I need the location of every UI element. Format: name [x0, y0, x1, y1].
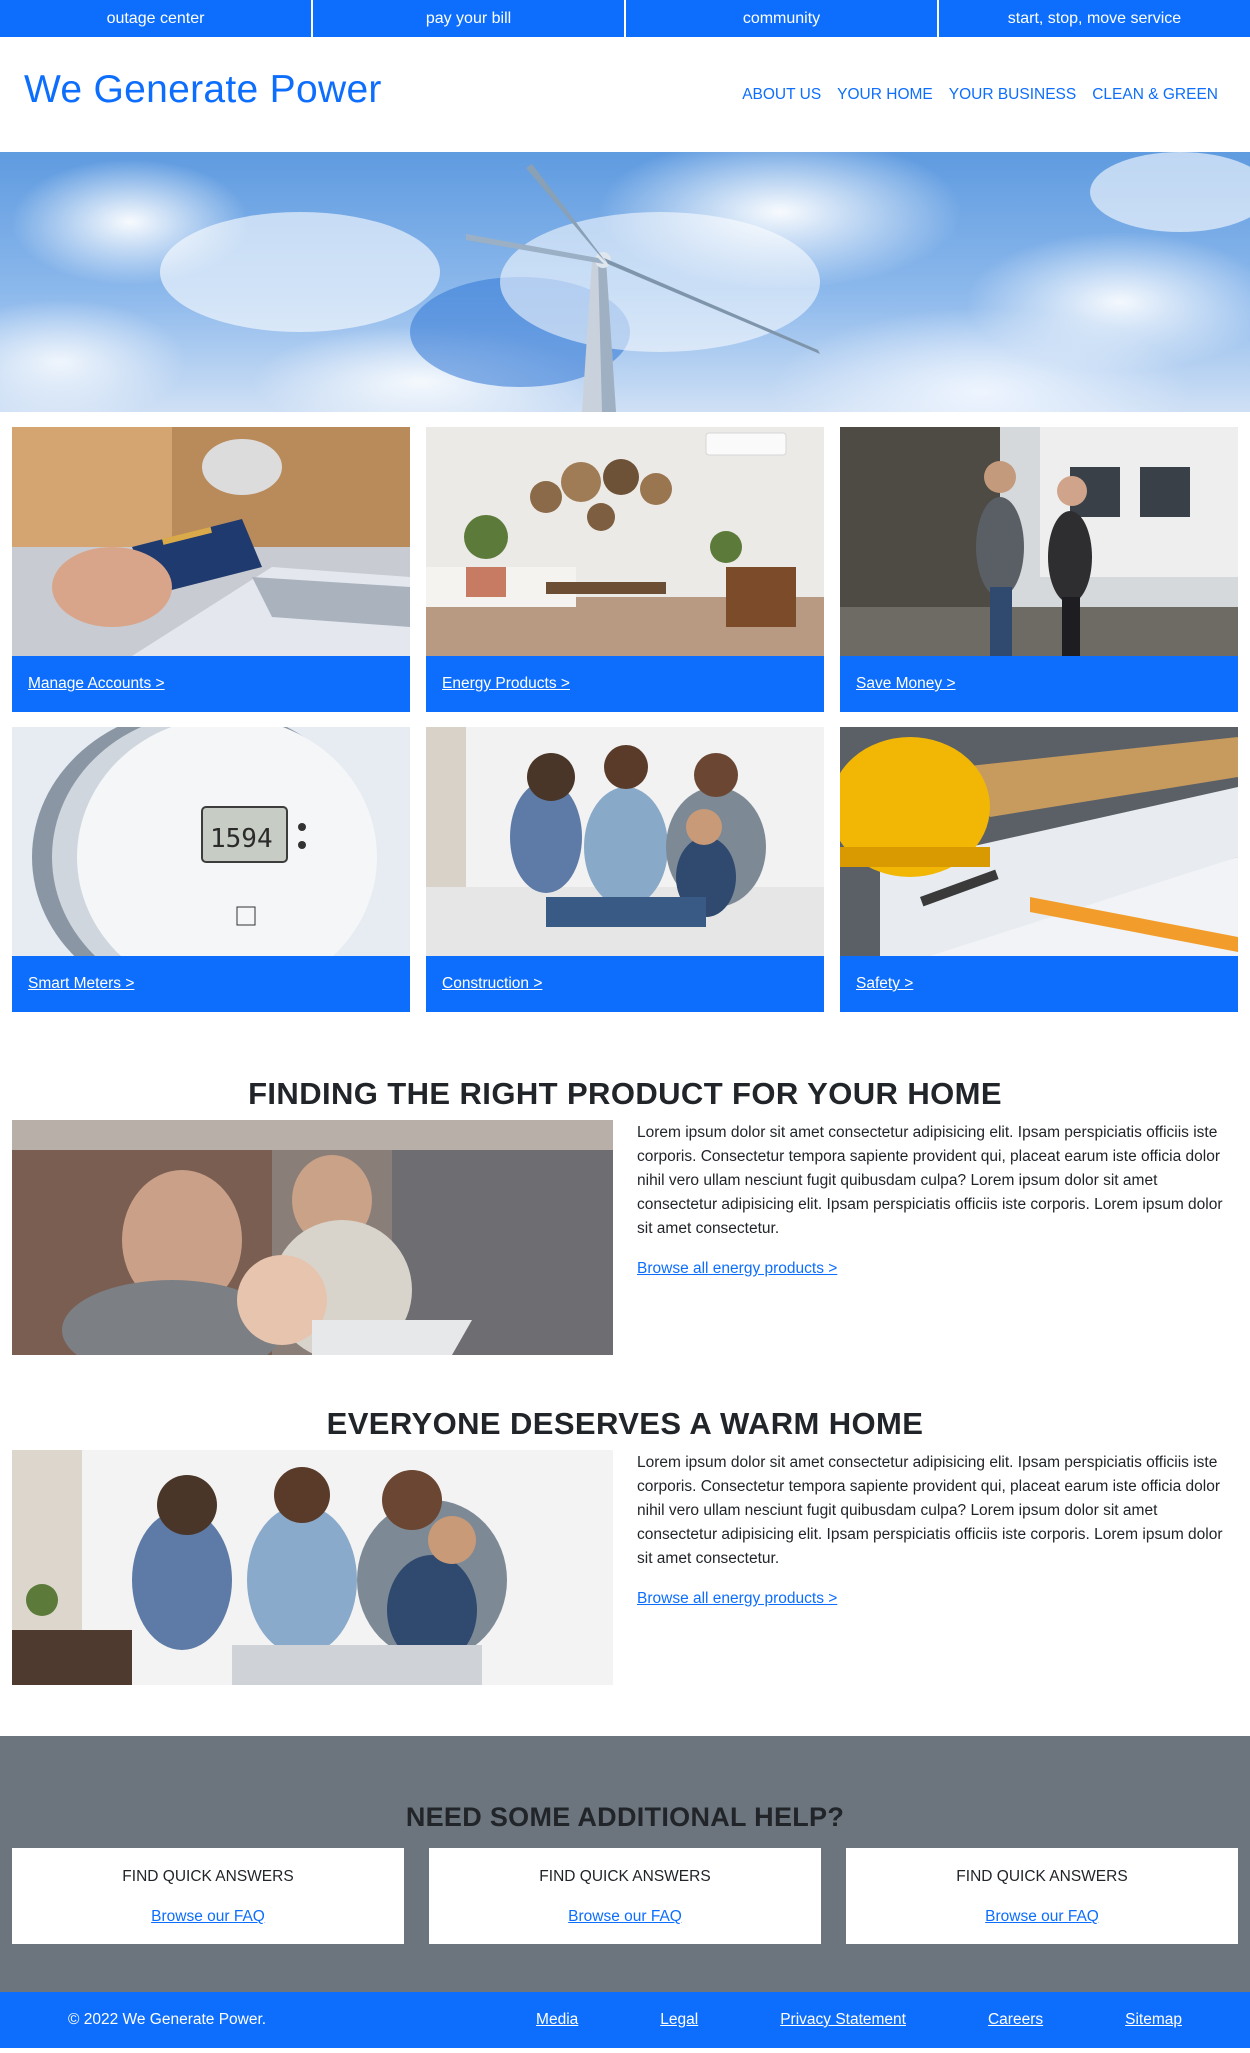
feature-title-right-product: FINDING THE RIGHT PRODUCT FOR YOUR HOME [248, 1076, 1002, 1111]
tile-manage-accounts[interactable]: Manage Accounts > [12, 427, 410, 712]
browse-energy-products-link-2[interactable]: Browse all energy products > [637, 1590, 837, 1608]
couple-walking-image [840, 427, 1238, 656]
footer-link-privacy[interactable]: Privacy Statement [780, 2011, 906, 2029]
help-card-heading: FIND QUICK ANSWERS [956, 1868, 1128, 1885]
credit-card-laptop-image [12, 427, 410, 656]
footer-link-sitemap[interactable]: Sitemap [1125, 2011, 1182, 2029]
nav-your-business[interactable]: YOUR BUSINESS [949, 86, 1076, 104]
help-card-heading: FIND QUICK ANSWERS [539, 1868, 711, 1885]
smart-meter-image: 1594 [12, 727, 410, 956]
help-card-2: FIND QUICK ANSWERS Browse our FAQ [429, 1848, 821, 1944]
feature-body-right-product: Lorem ipsum dolor sit amet consectetur a… [637, 1124, 1223, 1237]
tile-smart-meters[interactable]: 1594 Smart Meters > [12, 727, 410, 1012]
main-nav: ABOUT US YOUR HOME YOUR BUSINESS CLEAN &… [742, 86, 1218, 104]
safety-link[interactable]: Safety > [856, 975, 913, 993]
utility-link-pay-bill[interactable]: pay your bill [313, 0, 626, 37]
energy-products-link[interactable]: Energy Products > [442, 675, 570, 693]
tile-construction[interactable]: Construction > [426, 727, 824, 1012]
feature-image-family-couch [12, 1450, 613, 1685]
feature-title-warm-home: EVERYONE DESERVES A WARM HOME [326, 1406, 924, 1441]
smart-meters-link[interactable]: Smart Meters > [28, 975, 134, 993]
brand-logo[interactable]: We Generate Power [24, 68, 382, 112]
save-money-link[interactable]: Save Money > [856, 675, 956, 693]
faq-link-1[interactable]: Browse our FAQ [12, 1908, 404, 1926]
tile-energy-products[interactable]: Energy Products > [426, 427, 824, 712]
browse-energy-products-link-1[interactable]: Browse all energy products > [637, 1260, 837, 1278]
help-card-1: FIND QUICK ANSWERS Browse our FAQ [12, 1848, 404, 1944]
svg-text:1594: 1594 [210, 824, 273, 854]
utility-link-community[interactable]: community [626, 0, 939, 37]
construction-link[interactable]: Construction > [442, 975, 542, 993]
nav-clean-green[interactable]: CLEAN & GREEN [1092, 86, 1218, 104]
utility-link-start-stop-move[interactable]: start, stop, move service [939, 0, 1250, 37]
hero-banner [0, 152, 1250, 412]
footer-nav: Media Legal Privacy Statement Careers Si… [536, 2011, 1182, 2029]
help-card-3: FIND QUICK ANSWERS Browse our FAQ [846, 1848, 1238, 1944]
footer-link-careers[interactable]: Careers [988, 2011, 1043, 2029]
help-title: NEED SOME ADDITIONAL HELP? [405, 1802, 845, 1832]
nav-your-home[interactable]: YOUR HOME [837, 86, 933, 104]
copyright-text: © 2022 We Generate Power. [68, 2011, 267, 2028]
hard-hat-blueprint-image [840, 727, 1238, 956]
utility-nav: outage center pay your bill community st… [0, 0, 1250, 37]
footer-link-media[interactable]: Media [536, 2011, 578, 2029]
help-card-heading: FIND QUICK ANSWERS [122, 1868, 294, 1885]
family-on-couch-image [426, 727, 824, 956]
manage-accounts-link[interactable]: Manage Accounts > [28, 675, 165, 693]
living-room-image [426, 427, 824, 656]
feature-image-family-laptop [12, 1120, 613, 1355]
faq-link-3[interactable]: Browse our FAQ [846, 1908, 1238, 1926]
family-on-couch-large-image [12, 1450, 613, 1685]
site-footer: © 2022 We Generate Power. Media Legal Pr… [0, 1992, 1250, 2048]
footer-link-legal[interactable]: Legal [660, 2011, 698, 2029]
tile-save-money[interactable]: Save Money > [840, 427, 1238, 712]
tile-safety[interactable]: Safety > [840, 727, 1238, 1012]
utility-link-outage-center[interactable]: outage center [0, 0, 313, 37]
nav-about-us[interactable]: ABOUT US [742, 86, 821, 104]
help-section: NEED SOME ADDITIONAL HELP? FIND QUICK AN… [0, 1736, 1250, 1992]
wind-turbine-image [160, 152, 1250, 412]
feature-body-warm-home: Lorem ipsum dolor sit amet consectetur a… [637, 1454, 1223, 1567]
faq-link-2[interactable]: Browse our FAQ [429, 1908, 821, 1926]
family-laptop-image [12, 1120, 613, 1355]
